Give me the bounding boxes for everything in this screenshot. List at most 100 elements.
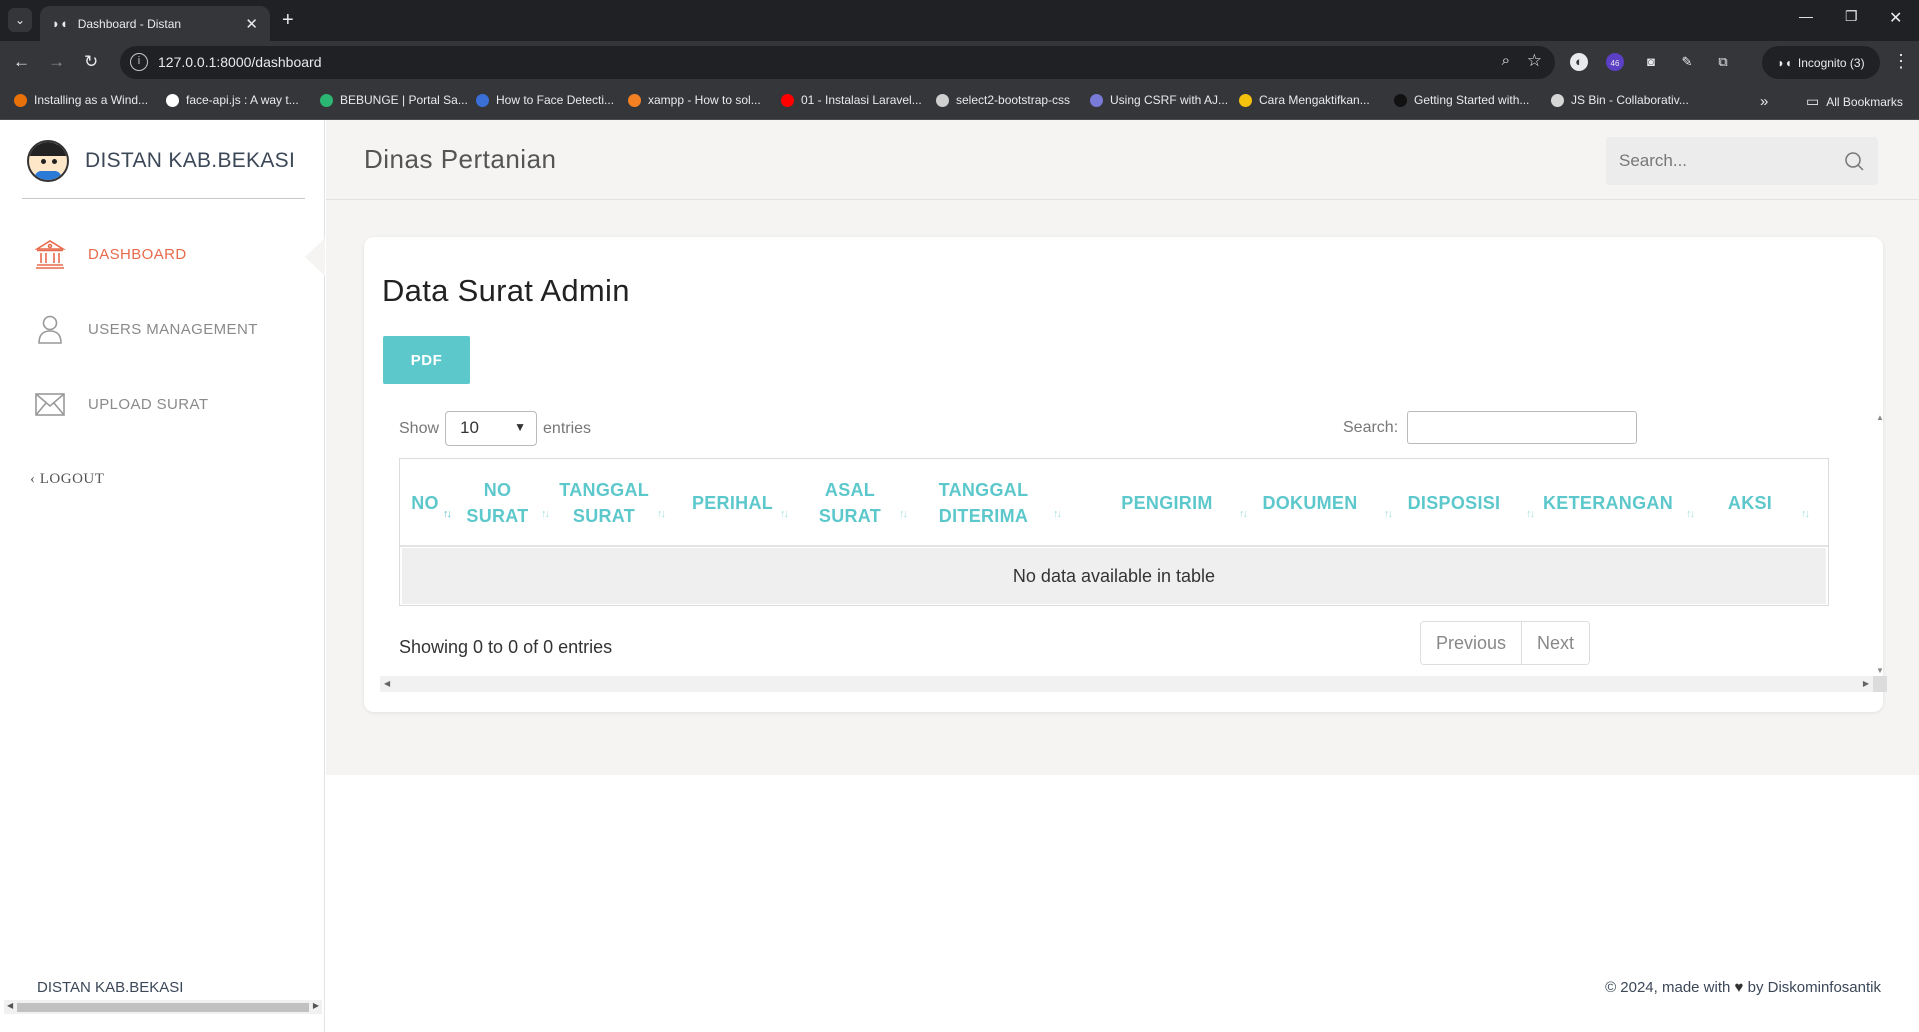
restore-icon[interactable]: ❐ bbox=[1845, 8, 1858, 25]
scrollbar-corner bbox=[1873, 676, 1887, 692]
sidebar-item-dashboard[interactable]: DASHBOARD bbox=[34, 238, 187, 270]
incognito-favicon-icon: ◗◖ bbox=[52, 16, 68, 31]
sidebar-item-upload-surat[interactable]: UPLOAD SURAT bbox=[34, 388, 208, 420]
browser-tab-strip: ⌄ ◗◖ Dashboard - Distan ✕ + — ❐ ✕ bbox=[0, 0, 1919, 41]
camera-extension-icon[interactable]: ◙ bbox=[1642, 53, 1660, 71]
extensions-puzzle-icon[interactable]: ⧉ bbox=[1714, 53, 1732, 71]
bookmark-item[interactable]: JS Bin - Collaborativ... bbox=[1551, 93, 1689, 107]
data-table: NO ↑↓ NO SURAT ↑↓ TANGGAL SURAT ↑↓ PERIH… bbox=[399, 458, 1829, 606]
bookmark-item[interactable]: Cara Mengaktifkan... bbox=[1239, 93, 1370, 107]
site-info-icon[interactable]: i bbox=[130, 53, 148, 71]
minimize-icon[interactable]: — bbox=[1799, 8, 1813, 24]
url-text[interactable]: 127.0.0.1:8000/dashboard bbox=[158, 54, 321, 70]
chevron-down-icon: ▼ bbox=[514, 420, 527, 434]
column-header-disposisi[interactable]: DISPOSISI ↑↓ bbox=[1405, 459, 1535, 547]
table-vertical-scrollbar[interactable]: ▲ ▼ bbox=[1873, 411, 1887, 675]
bookmark-item[interactable]: face-api.js : A way t... bbox=[166, 93, 299, 107]
sidebar-horizontal-scrollbar[interactable]: ◀ ▶ bbox=[4, 1000, 322, 1014]
bookmark-item[interactable]: Using CSRF with AJ... bbox=[1090, 93, 1228, 107]
browser-tab-active[interactable]: ◗◖ Dashboard - Distan ✕ bbox=[40, 6, 270, 41]
tab-close-icon[interactable]: ✕ bbox=[245, 15, 258, 33]
next-page-button[interactable]: Next bbox=[1521, 622, 1590, 664]
bookmark-item[interactable]: select2-bootstrap-css bbox=[936, 93, 1070, 107]
sort-icon: ↑↓ bbox=[780, 508, 789, 520]
header-search[interactable] bbox=[1606, 137, 1878, 185]
column-header-pengirim[interactable]: PENGIRIM ↑↓ bbox=[1118, 459, 1248, 547]
bookmark-item[interactable]: 01 - Instalasi Laravel... bbox=[781, 93, 922, 107]
envelope-icon bbox=[34, 388, 66, 420]
previous-page-button[interactable]: Previous bbox=[1421, 622, 1522, 664]
column-header-tanggal-diterima[interactable]: TANGGAL DITERIMA ↑↓ bbox=[935, 459, 1062, 547]
entries-select[interactable]: 10 ▼ bbox=[445, 411, 538, 446]
bookmark-favicon-icon bbox=[936, 93, 949, 107]
brand-logo bbox=[27, 140, 69, 182]
column-header-no-surat[interactable]: NO SURAT ↑↓ bbox=[455, 459, 550, 547]
column-header-tanggal-surat[interactable]: TANGGAL SURAT ↑↓ bbox=[559, 459, 666, 547]
sort-icon: ↑↓ bbox=[1526, 508, 1535, 520]
bookmark-item[interactable]: Getting Started with... bbox=[1394, 93, 1529, 107]
scroll-up-icon[interactable]: ▲ bbox=[1876, 413, 1884, 422]
sidebar-item-users-management[interactable]: USERS MANAGEMENT bbox=[34, 313, 258, 345]
column-header-keterangan[interactable]: KETERANGAN ↑↓ bbox=[1543, 459, 1695, 547]
scroll-left-icon[interactable]: ◀ bbox=[7, 1001, 13, 1010]
bookmark-favicon-icon bbox=[476, 93, 489, 107]
column-label: NO SURAT bbox=[466, 480, 529, 526]
incognito-icon: ◗◖ bbox=[1777, 55, 1792, 70]
scroll-right-icon[interactable]: ▶ bbox=[1863, 679, 1869, 688]
scroll-right-icon[interactable]: ▶ bbox=[313, 1001, 319, 1010]
address-bar[interactable]: i 127.0.0.1:8000/dashboard ⌕ ☆ bbox=[120, 46, 1555, 79]
extension-circle-icon[interactable]: ◐ bbox=[1570, 53, 1588, 71]
app-page: DISTAN KAB.BEKASI DASHBOARD USERS MANAGE… bbox=[0, 120, 1919, 1032]
window-close-icon[interactable]: ✕ bbox=[1889, 8, 1902, 28]
all-bookmarks-button[interactable]: ▭ All Bookmarks bbox=[1806, 93, 1903, 110]
eyedropper-extension-icon[interactable]: ✎ bbox=[1678, 53, 1696, 71]
table-info: Showing 0 to 0 of 0 entries bbox=[399, 637, 613, 657]
bookmark-favicon-icon bbox=[781, 93, 794, 107]
forward-icon[interactable]: → bbox=[48, 51, 65, 73]
more-bookmarks-icon[interactable]: » bbox=[1760, 93, 1768, 110]
column-header-perihal[interactable]: PERIHAL ↑↓ bbox=[690, 459, 789, 547]
table-search-input[interactable] bbox=[1407, 411, 1638, 444]
sidebar-item-label: DASHBOARD bbox=[88, 245, 187, 263]
scrollbar-thumb[interactable] bbox=[17, 1003, 309, 1012]
back-icon[interactable]: ← bbox=[13, 51, 30, 73]
bookmark-label: 01 - Instalasi Laravel... bbox=[801, 93, 922, 107]
incognito-indicator[interactable]: ◗◖ Incognito (3) bbox=[1762, 46, 1880, 79]
bookmark-label: Getting Started with... bbox=[1414, 93, 1530, 107]
bookmark-item[interactable]: BEBUNGE | Portal Sa... bbox=[320, 93, 468, 107]
bookmark-label: Installing as a Wind... bbox=[34, 93, 149, 107]
column-label: DISPOSISI bbox=[1407, 493, 1501, 513]
column-header-no[interactable]: NO ↑↓ bbox=[400, 459, 452, 547]
new-tab-button[interactable]: + bbox=[282, 8, 294, 32]
scroll-down-icon[interactable]: ▼ bbox=[1876, 666, 1884, 675]
pdf-export-button[interactable]: PDF bbox=[383, 336, 470, 384]
bookmark-item[interactable]: Installing as a Wind... bbox=[14, 93, 148, 107]
column-label: AKSI bbox=[1727, 493, 1773, 513]
header-divider bbox=[326, 199, 1919, 200]
sidebar-item-label: UPLOAD SURAT bbox=[88, 395, 209, 413]
brand-name: DISTAN KAB.BEKASI bbox=[85, 149, 296, 172]
logout-label: LOGOUT bbox=[39, 471, 105, 487]
column-header-dokumen[interactable]: DOKUMEN ↑↓ bbox=[1259, 459, 1393, 547]
bookmark-item[interactable]: How to Face Detecti... bbox=[476, 93, 614, 107]
sort-icon: ↑↓ bbox=[1801, 508, 1810, 520]
column-header-aksi[interactable]: AKSI ↑↓ bbox=[1720, 459, 1810, 547]
brand[interactable]: DISTAN KAB.BEKASI bbox=[27, 140, 295, 182]
bookmark-star-icon[interactable]: ☆ bbox=[1527, 51, 1542, 71]
bookmark-item[interactable]: xampp - How to sol... bbox=[628, 93, 761, 107]
table-horizontal-scrollbar[interactable]: ◀ ▶ bbox=[380, 676, 1873, 692]
zoom-icon[interactable]: ⌕ bbox=[1502, 52, 1510, 69]
scroll-left-icon[interactable]: ◀ bbox=[384, 679, 390, 688]
sort-icon: ↑↓ bbox=[1686, 508, 1695, 520]
reload-icon[interactable]: ↻ bbox=[84, 51, 98, 73]
tab-search-button[interactable]: ⌄ bbox=[8, 8, 32, 32]
sidebar-item-label: USERS MANAGEMENT bbox=[88, 320, 258, 338]
column-label: TANGGAL SURAT bbox=[559, 480, 650, 526]
logout-link[interactable]: ‹ LOGOUT bbox=[30, 471, 104, 488]
browser-menu-icon[interactable]: ⋮ bbox=[1892, 51, 1910, 72]
extension-badge-icon[interactable]: 46 bbox=[1606, 53, 1624, 71]
bookmark-label: BEBUNGE | Portal Sa... bbox=[340, 93, 468, 107]
column-header-asal-surat[interactable]: ASAL SURAT ↑↓ bbox=[810, 459, 908, 547]
header-search-input[interactable] bbox=[1606, 137, 1836, 185]
search-icon[interactable] bbox=[1844, 151, 1864, 176]
